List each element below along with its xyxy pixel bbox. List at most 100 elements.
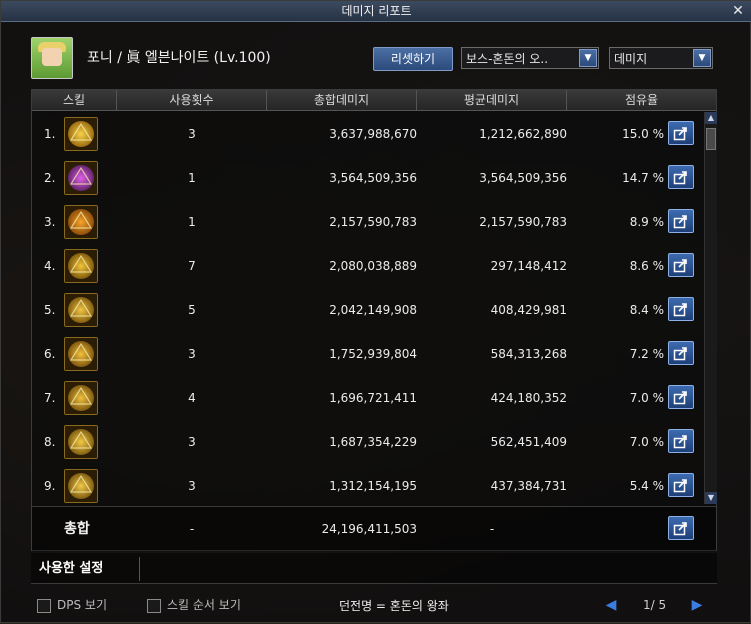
row-count: 4 [188, 391, 196, 405]
footer: DPS 보기 스킬 순서 보기 던전명 = 혼돈의 왕좌 ◀ 1/ 5 ▶ [1, 589, 751, 624]
row-count: 1 [188, 171, 196, 185]
row-count: 7 [188, 259, 196, 273]
skill-8-icon [64, 425, 98, 459]
row-share-button[interactable] [668, 297, 694, 321]
share-icon [673, 171, 687, 185]
row-average: 408,429,981 [490, 303, 567, 317]
row-share-button[interactable] [668, 473, 694, 497]
row-average: 2,157,590,783 [479, 215, 567, 229]
chevron-down-icon[interactable]: ▼ [579, 49, 597, 67]
skill-3-icon [64, 205, 98, 239]
window-titlebar[interactable]: 데미지 리포트 ✕ [1, 1, 751, 22]
row-share: 7.2 % [629, 347, 664, 361]
row-average: 584,313,268 [490, 347, 567, 361]
table-row: 7. 4 1,696,721,411 424,180,352 7.0 % [32, 376, 702, 420]
metric-select-value: 데미지 [614, 52, 648, 66]
tab-used-settings[interactable]: 사용한 설정 [39, 557, 140, 581]
table-row: 2. 1 3,564,509,356 3,564,509,356 14.7 % [32, 156, 702, 200]
target-select[interactable]: 보스-혼돈의 오.. ▼ [461, 47, 599, 69]
row-total: 2,157,590,783 [329, 215, 417, 229]
row-average: 562,451,409 [490, 435, 567, 449]
dps-checkbox[interactable]: DPS 보기 [37, 597, 107, 613]
skill-1-icon [64, 117, 98, 151]
prev-page-icon[interactable]: ◀ [603, 597, 619, 613]
page-indicator: 1/ 5 [643, 598, 667, 612]
row-total: 1,687,354,229 [329, 435, 417, 449]
summary-average: - [489, 522, 495, 536]
row-total: 3,564,509,356 [329, 171, 417, 185]
row-total: 2,042,149,908 [329, 303, 417, 317]
row-total: 3,637,988,670 [329, 127, 417, 141]
row-total: 1,312,154,195 [329, 479, 417, 493]
row-average: 424,180,352 [490, 391, 567, 405]
skill-9-icon [64, 469, 98, 503]
row-rank: 9. [44, 479, 56, 493]
summary-share-button[interactable] [668, 516, 694, 540]
table-scrollbar[interactable]: ▲ ▼ [704, 112, 717, 504]
row-share-button[interactable] [668, 165, 694, 189]
metric-select[interactable]: 데미지 ▼ [609, 47, 713, 69]
checkbox-box[interactable] [147, 598, 161, 613]
settings-bar: 사용한 설정 [31, 553, 717, 584]
share-icon [673, 522, 687, 536]
row-share: 14.7 % [622, 171, 664, 185]
row-count: 3 [188, 127, 196, 141]
row-share: 8.6 % [629, 259, 664, 273]
row-share: 8.4 % [629, 303, 664, 317]
dps-label: DPS 보기 [57, 598, 107, 612]
table-row: 6. 3 1,752,939,804 584,313,268 7.2 % [32, 332, 702, 376]
character-name: 포니 / 眞 엘븐나이트 (Lv.100) [87, 50, 271, 66]
skill-4-icon [64, 249, 98, 283]
table-row: 4. 7 2,080,038,889 297,148,412 8.6 % [32, 244, 702, 288]
row-share-button[interactable] [668, 385, 694, 409]
row-share-button[interactable] [668, 209, 694, 233]
scroll-down-icon[interactable]: ▼ [705, 492, 717, 504]
summary-label: 총합 [64, 521, 90, 537]
row-rank: 1. [44, 127, 56, 141]
row-share-button[interactable] [668, 121, 694, 145]
column-header-count: 사용횟수 [117, 90, 267, 110]
row-share: 5.4 % [629, 479, 664, 493]
reset-button[interactable]: 리셋하기 [373, 47, 453, 71]
share-icon [673, 215, 687, 229]
column-header-average: 평균데미지 [417, 90, 567, 110]
column-header-total: 총합데미지 [267, 90, 417, 110]
damage-table: 스킬 사용횟수 총합데미지 평균데미지 점유율 1. 3 3,637,988,6… [31, 89, 717, 551]
row-share: 7.0 % [629, 391, 664, 405]
dungeon-name: 던전명 = 혼돈의 왕좌 [339, 599, 449, 613]
table-row: 8. 3 1,687,354,229 562,451,409 7.0 % [32, 420, 702, 464]
share-icon [673, 391, 687, 405]
column-header-share: 점유율 [624, 93, 659, 107]
row-share-button[interactable] [668, 429, 694, 453]
row-average: 297,148,412 [490, 259, 567, 273]
checkbox-box[interactable] [37, 598, 51, 613]
row-rank: 5. [44, 303, 56, 317]
table-row: 3. 1 2,157,590,783 2,157,590,783 8.9 % [32, 200, 702, 244]
table-header: 스킬 사용횟수 총합데미지 평균데미지 점유율 [32, 90, 716, 111]
share-icon [673, 259, 687, 273]
share-icon [673, 479, 687, 493]
table-row: 1. 3 3,637,988,670 1,212,662,890 15.0 % [32, 112, 702, 156]
skill-order-checkbox[interactable]: 스킬 순서 보기 [147, 597, 241, 613]
row-share-button[interactable] [668, 253, 694, 277]
next-page-icon[interactable]: ▶ [689, 597, 705, 613]
scroll-up-icon[interactable]: ▲ [705, 112, 717, 124]
row-rank: 8. [44, 435, 56, 449]
row-share: 8.9 % [629, 215, 664, 229]
window-title: 데미지 리포트 [341, 4, 412, 18]
share-icon [673, 347, 687, 361]
column-header-skill: 스킬 [32, 90, 117, 110]
close-icon[interactable]: ✕ [730, 3, 746, 19]
row-total: 1,696,721,411 [329, 391, 417, 405]
chevron-down-icon[interactable]: ▼ [693, 49, 711, 67]
row-share: 15.0 % [622, 127, 664, 141]
share-icon [673, 303, 687, 317]
skill-5-icon [64, 293, 98, 327]
skill-order-label: 스킬 순서 보기 [167, 598, 241, 612]
row-share: 7.0 % [629, 435, 664, 449]
skill-7-icon [64, 381, 98, 415]
row-share-button[interactable] [668, 341, 694, 365]
scroll-thumb[interactable] [706, 128, 716, 150]
row-rank: 2. [44, 171, 56, 185]
damage-report-window: 데미지 리포트 ✕ 포니 / 眞 엘븐나이트 (Lv.100) 리셋하기 보스-… [0, 0, 751, 623]
